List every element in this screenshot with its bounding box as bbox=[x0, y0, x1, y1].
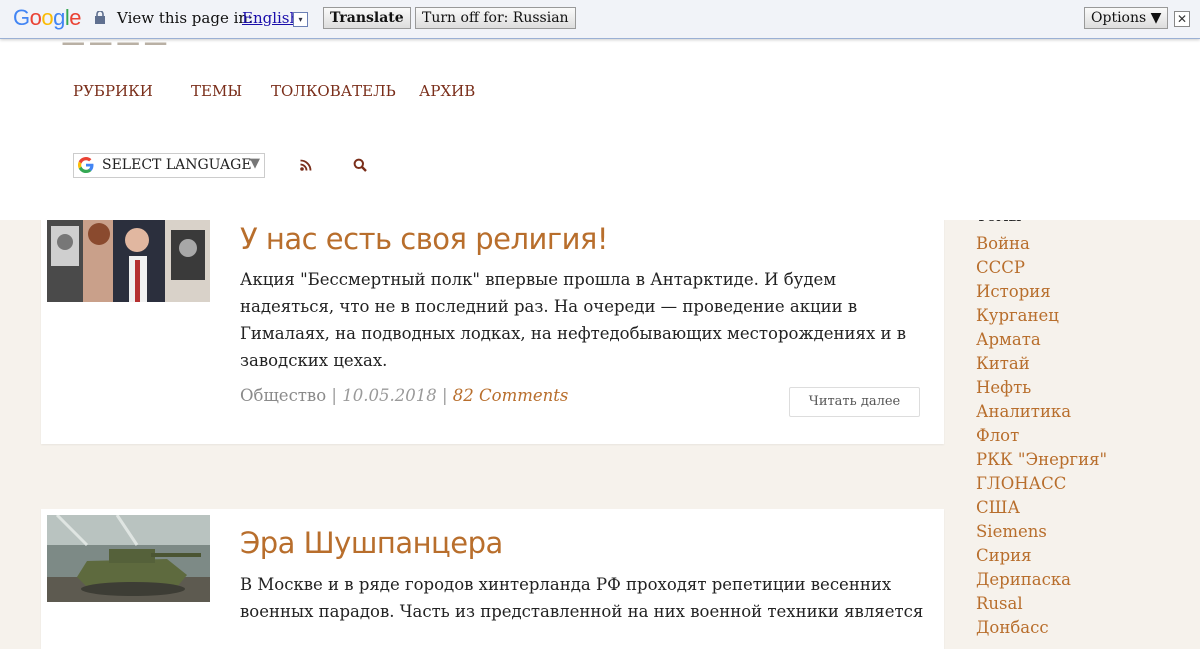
meta-separator: | bbox=[331, 386, 337, 405]
google-logo: Google bbox=[13, 5, 82, 30]
post-card: Эра Шушпанцера В Москве и в ряде городов… bbox=[41, 509, 944, 649]
close-icon[interactable]: ✕ bbox=[1174, 11, 1190, 27]
lock-icon bbox=[95, 11, 105, 24]
turn-off-button[interactable]: Turn off for: Russian bbox=[415, 7, 576, 29]
post-card: У нас есть своя религия! Акция "Бессмерт… bbox=[41, 200, 944, 444]
sidebar-tag[interactable]: Курганец bbox=[976, 306, 1059, 325]
select-language-dropdown[interactable]: SELECT LANGUAGE ▼ bbox=[73, 153, 265, 178]
options-button[interactable]: Options ▼ bbox=[1084, 7, 1169, 29]
sidebar-tag[interactable]: Сирия bbox=[976, 546, 1032, 565]
meta-separator: | bbox=[441, 386, 448, 405]
post-title[interactable]: Эра Шушпанцера bbox=[240, 526, 503, 560]
sidebar-tag[interactable]: Siemens bbox=[976, 522, 1047, 541]
sidebar-tag[interactable]: Донбасс bbox=[976, 618, 1049, 637]
post-thumbnail[interactable] bbox=[47, 515, 210, 602]
translate-button[interactable]: Translate bbox=[323, 7, 411, 29]
sidebar-tag[interactable]: ГЛОНАСС bbox=[976, 474, 1066, 493]
rss-icon[interactable] bbox=[299, 158, 313, 172]
select-language-label: SELECT LANGUAGE bbox=[102, 157, 252, 173]
language-dropdown-icon[interactable]: ▾ bbox=[293, 12, 308, 27]
nav-item-rubrics[interactable]: РУБРИКИ bbox=[73, 82, 153, 100]
sidebar-tag[interactable]: Флот bbox=[976, 426, 1019, 445]
nav-item-archive[interactable]: АРХИВ bbox=[419, 82, 475, 100]
post-date: 10.05.2018 bbox=[342, 386, 437, 405]
search-icon[interactable] bbox=[353, 158, 367, 172]
post-thumbnail[interactable] bbox=[47, 220, 210, 302]
post-meta: Общество | 10.05.2018 | 82 Comments bbox=[240, 386, 568, 405]
sidebar-tag[interactable]: СССР bbox=[976, 258, 1025, 277]
post-excerpt: Акция "Бессмертный полк" впервые прошла … bbox=[240, 270, 907, 370]
sidebar-tag[interactable]: Китай bbox=[976, 354, 1030, 373]
google-g-icon bbox=[78, 157, 94, 173]
post-title[interactable]: У нас есть своя религия! bbox=[240, 222, 609, 256]
view-page-text: View this page in: bbox=[117, 9, 254, 27]
sidebar-tag[interactable]: Rusal bbox=[976, 594, 1023, 613]
sidebar-tag[interactable]: США bbox=[976, 498, 1020, 517]
nav-item-themes[interactable]: ТЕМЫ bbox=[191, 82, 242, 100]
nav-item-glossary[interactable]: ТОЛКОВАТЕЛЬ bbox=[271, 82, 396, 100]
google-translate-bar: Google View this page in: English ▾ Tran… bbox=[0, 0, 1200, 39]
read-more-button[interactable]: Читать далее bbox=[789, 387, 920, 417]
chevron-down-icon: ▼ bbox=[250, 156, 260, 171]
sidebar-tag[interactable]: Дерипаска bbox=[976, 570, 1071, 589]
site-header: ▬▬▬▬ РУБРИКИ ТЕМЫ ТОЛКОВАТЕЛЬ АРХИВ SELE… bbox=[0, 29, 1200, 220]
sidebar-tag[interactable]: Война bbox=[976, 234, 1030, 253]
post-category[interactable]: Общество bbox=[240, 386, 326, 405]
post-comments-link[interactable]: 82 Comments bbox=[453, 386, 569, 405]
post-excerpt: В Москве и в ряде городов хинтерланда РФ… bbox=[240, 575, 924, 621]
language-link[interactable]: English bbox=[242, 9, 299, 27]
sidebar-tag[interactable]: История bbox=[976, 282, 1051, 301]
sidebar-tag[interactable]: РКК "Энергия" bbox=[976, 450, 1107, 469]
sidebar-tag[interactable]: Армата bbox=[976, 330, 1041, 349]
sidebar-tag[interactable]: Нефть bbox=[976, 378, 1031, 397]
sidebar-tag[interactable]: Аналитика bbox=[976, 402, 1071, 421]
